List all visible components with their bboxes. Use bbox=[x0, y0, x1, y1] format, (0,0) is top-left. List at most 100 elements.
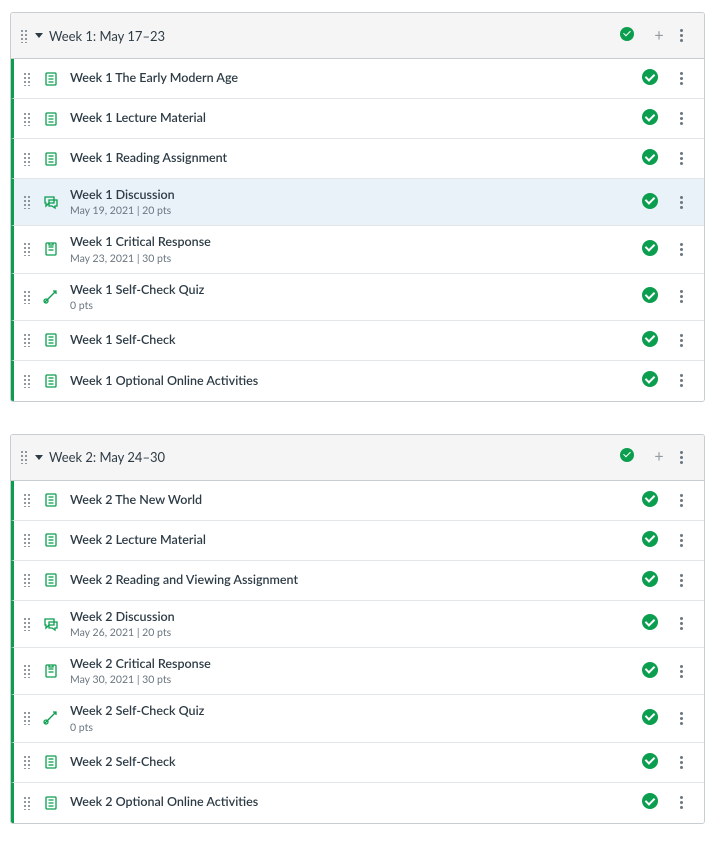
module-item[interactable]: Week 2 The New World bbox=[11, 481, 704, 521]
item-title[interactable]: Week 2 Self-Check bbox=[70, 754, 642, 770]
module-item[interactable]: Week 1 Discussion May 19, 2021 | 20 pts bbox=[11, 179, 704, 226]
module-items: Week 1 The Early Modern Age Week 1 Lectu… bbox=[11, 59, 704, 401]
module-title: Week 1: May 17–23 bbox=[49, 28, 620, 44]
item-options-button[interactable] bbox=[670, 707, 692, 729]
item-body: Week 1 Self-Check Quiz 0 pts bbox=[70, 282, 642, 312]
drag-handle-icon[interactable] bbox=[20, 112, 34, 126]
drag-handle-icon[interactable] bbox=[20, 333, 34, 347]
published-icon bbox=[642, 109, 658, 128]
drag-handle-icon[interactable] bbox=[20, 664, 34, 678]
item-title[interactable]: Week 1 Discussion bbox=[70, 187, 642, 203]
published-icon bbox=[642, 531, 658, 550]
item-options-button[interactable] bbox=[670, 529, 692, 551]
item-title[interactable]: Week 1 Optional Online Activities bbox=[70, 373, 642, 389]
module-item[interactable]: Week 1 The Early Modern Age bbox=[11, 59, 704, 99]
page-icon bbox=[42, 753, 60, 771]
collapse-caret-icon[interactable] bbox=[35, 33, 43, 38]
drag-handle-icon[interactable] bbox=[20, 796, 34, 810]
item-title[interactable]: Week 1 Self-Check bbox=[70, 332, 642, 348]
drag-handle-icon[interactable] bbox=[20, 533, 34, 547]
item-body: Week 2 Reading and Viewing Assignment bbox=[70, 572, 642, 588]
drag-handle-icon[interactable] bbox=[20, 374, 34, 388]
module-item[interactable]: Week 1 Optional Online Activities bbox=[11, 361, 704, 401]
add-item-button[interactable]: + bbox=[648, 446, 670, 468]
module-item[interactable]: Week 2 Critical Response May 30, 2021 | … bbox=[11, 648, 704, 695]
item-title[interactable]: Week 2 The New World bbox=[70, 492, 642, 508]
page-icon bbox=[42, 70, 60, 88]
item-title[interactable]: Week 1 Critical Response bbox=[70, 234, 642, 250]
published-icon bbox=[642, 371, 658, 390]
module-item[interactable]: Week 1 Self-Check bbox=[11, 321, 704, 361]
item-options-button[interactable] bbox=[670, 68, 692, 90]
item-meta: May 19, 2021 | 20 pts bbox=[70, 205, 642, 217]
module-options-button[interactable] bbox=[670, 25, 692, 47]
drag-handle-icon[interactable] bbox=[20, 493, 34, 507]
module-item[interactable]: Week 2 Reading and Viewing Assignment bbox=[11, 561, 704, 601]
item-title[interactable]: Week 1 The Early Modern Age bbox=[70, 70, 642, 86]
item-title[interactable]: Week 2 Self-Check Quiz bbox=[70, 703, 642, 719]
drag-handle-icon[interactable] bbox=[20, 573, 34, 587]
item-body: Week 1 Discussion May 19, 2021 | 20 pts bbox=[70, 187, 642, 217]
discussion-icon bbox=[42, 193, 60, 211]
drag-handle-icon[interactable] bbox=[20, 195, 34, 209]
collapse-caret-icon[interactable] bbox=[35, 455, 43, 460]
item-options-button[interactable] bbox=[670, 238, 692, 260]
page-icon bbox=[42, 150, 60, 168]
item-meta: May 26, 2021 | 20 pts bbox=[70, 627, 642, 639]
item-options-button[interactable] bbox=[670, 569, 692, 591]
drag-handle-icon[interactable] bbox=[20, 290, 34, 304]
item-options-button[interactable] bbox=[670, 108, 692, 130]
drag-handle-icon[interactable] bbox=[20, 711, 34, 725]
item-options-button[interactable] bbox=[670, 751, 692, 773]
module-item[interactable]: Week 2 Optional Online Activities bbox=[11, 783, 704, 823]
module-header[interactable]: Week 1: May 17–23 + bbox=[11, 13, 704, 59]
item-options-button[interactable] bbox=[670, 329, 692, 351]
drag-handle-icon[interactable] bbox=[20, 152, 34, 166]
module-title: Week 2: May 24–30 bbox=[49, 449, 620, 465]
item-title[interactable]: Week 1 Lecture Material bbox=[70, 110, 642, 126]
module-item[interactable]: Week 1 Critical Response May 23, 2021 | … bbox=[11, 226, 704, 273]
drag-handle-icon[interactable] bbox=[17, 29, 31, 43]
module-item[interactable]: Week 1 Lecture Material bbox=[11, 99, 704, 139]
item-title[interactable]: Week 2 Optional Online Activities bbox=[70, 794, 642, 810]
item-title[interactable]: Week 2 Critical Response bbox=[70, 656, 642, 672]
module-item[interactable]: Week 1 Self-Check Quiz 0 pts bbox=[11, 274, 704, 321]
item-title[interactable]: Week 1 Reading Assignment bbox=[70, 150, 642, 166]
drag-handle-icon[interactable] bbox=[20, 617, 34, 631]
item-body: Week 2 Optional Online Activities bbox=[70, 794, 642, 810]
item-options-button[interactable] bbox=[670, 370, 692, 392]
item-body: Week 2 Discussion May 26, 2021 | 20 pts bbox=[70, 609, 642, 639]
item-options-button[interactable] bbox=[670, 148, 692, 170]
item-title[interactable]: Week 2 Reading and Viewing Assignment bbox=[70, 572, 642, 588]
module-header[interactable]: Week 2: May 24–30 + bbox=[11, 435, 704, 481]
drag-handle-icon[interactable] bbox=[20, 242, 34, 256]
module-item[interactable]: Week 2 Lecture Material bbox=[11, 521, 704, 561]
published-icon bbox=[642, 69, 658, 88]
published-icon bbox=[642, 149, 658, 168]
module-item[interactable]: Week 2 Self-Check Quiz 0 pts bbox=[11, 695, 704, 742]
drag-handle-icon[interactable] bbox=[17, 450, 31, 464]
item-options-button[interactable] bbox=[670, 286, 692, 308]
item-options-button[interactable] bbox=[670, 613, 692, 635]
item-options-button[interactable] bbox=[670, 489, 692, 511]
item-body: Week 2 The New World bbox=[70, 492, 642, 508]
item-body: Week 1 Optional Online Activities bbox=[70, 373, 642, 389]
add-item-button[interactable]: + bbox=[648, 25, 670, 47]
item-title[interactable]: Week 2 Discussion bbox=[70, 609, 642, 625]
module-item[interactable]: Week 2 Discussion May 26, 2021 | 20 pts bbox=[11, 601, 704, 648]
item-title[interactable]: Week 1 Self-Check Quiz bbox=[70, 282, 642, 298]
item-options-button[interactable] bbox=[670, 660, 692, 682]
drag-handle-icon[interactable] bbox=[20, 72, 34, 86]
published-icon bbox=[642, 793, 658, 812]
item-options-button[interactable] bbox=[670, 792, 692, 814]
module-item[interactable]: Week 2 Self-Check bbox=[11, 743, 704, 783]
module: Week 2: May 24–30 + Week 2 The New World… bbox=[10, 434, 705, 824]
page-icon bbox=[42, 491, 60, 509]
item-options-button[interactable] bbox=[670, 191, 692, 213]
published-icon bbox=[642, 491, 658, 510]
item-meta: May 23, 2021 | 30 pts bbox=[70, 253, 642, 265]
module-item[interactable]: Week 1 Reading Assignment bbox=[11, 139, 704, 179]
drag-handle-icon[interactable] bbox=[20, 755, 34, 769]
module-options-button[interactable] bbox=[670, 446, 692, 468]
item-title[interactable]: Week 2 Lecture Material bbox=[70, 532, 642, 548]
